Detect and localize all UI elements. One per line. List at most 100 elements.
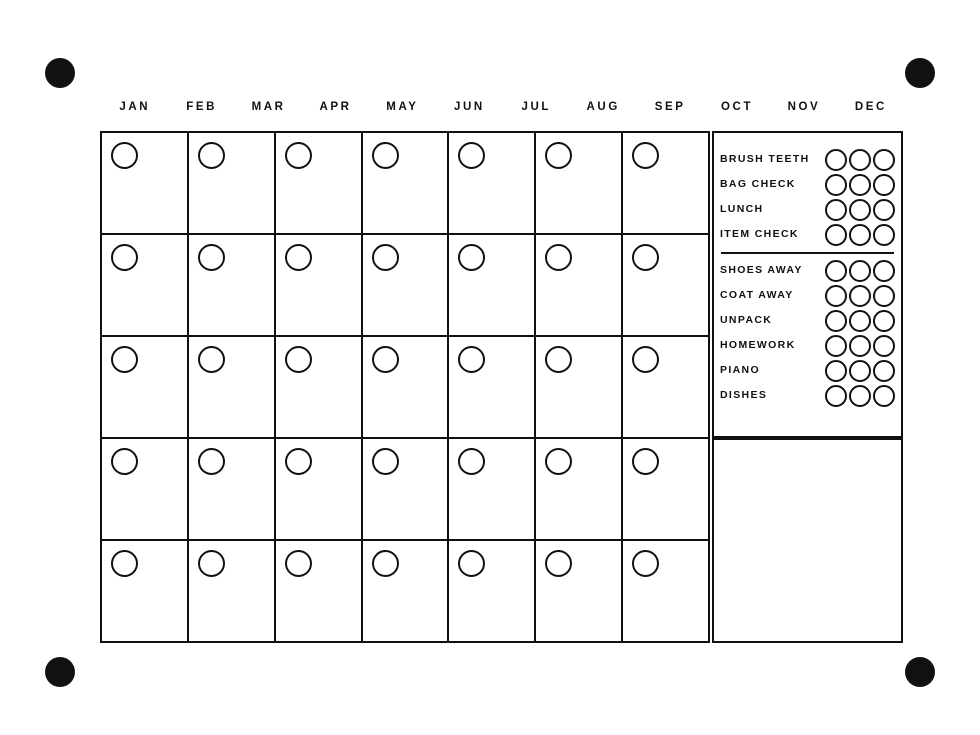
calendar-cell[interactable]: [536, 133, 624, 233]
checkbox-circle-icon[interactable]: [849, 198, 871, 221]
checkbox-circle-icon[interactable]: [545, 142, 573, 169]
checkbox-circle-icon[interactable]: [111, 346, 138, 373]
checkbox-circle-icon[interactable]: [632, 346, 660, 373]
blank-notes-area[interactable]: [712, 438, 903, 643]
checkbox-circle-icon[interactable]: [284, 448, 312, 475]
checkbox-circle-icon[interactable]: [849, 309, 871, 332]
checkbox-circle-icon[interactable]: [371, 346, 399, 373]
calendar-cell[interactable]: [189, 439, 276, 539]
calendar-cell[interactable]: [536, 541, 624, 641]
calendar-cell[interactable]: [276, 235, 363, 335]
checkbox-circle-icon[interactable]: [873, 198, 895, 221]
calendar-cell[interactable]: [449, 541, 537, 641]
checkbox-circle-icon[interactable]: [825, 173, 847, 196]
calendar-cell[interactable]: [102, 337, 189, 437]
checkbox-circle-icon[interactable]: [873, 334, 895, 357]
checkbox-circle-icon[interactable]: [545, 550, 573, 577]
checkbox-circle-icon[interactable]: [545, 448, 573, 475]
checkbox-circle-icon[interactable]: [849, 359, 871, 382]
checkbox-circle-icon[interactable]: [111, 142, 138, 169]
checkbox-circle-icon[interactable]: [111, 448, 138, 475]
checkbox-circle-icon[interactable]: [371, 142, 399, 169]
checkbox-circle-icon[interactable]: [825, 284, 847, 307]
checkbox-circle-icon[interactable]: [849, 284, 871, 307]
checkbox-circle-icon[interactable]: [849, 259, 871, 282]
calendar-cell[interactable]: [623, 439, 708, 539]
checkbox-circle-icon[interactable]: [849, 173, 871, 196]
calendar-cell[interactable]: [623, 541, 708, 641]
calendar-cell[interactable]: [449, 337, 537, 437]
calendar-cell[interactable]: [363, 541, 450, 641]
calendar-cell[interactable]: [536, 439, 624, 539]
checkbox-circle-icon[interactable]: [371, 448, 399, 475]
checkbox-circle-icon[interactable]: [284, 142, 312, 169]
checkbox-circle-icon[interactable]: [458, 448, 486, 475]
calendar-cell[interactable]: [102, 235, 189, 335]
checkbox-circle-icon[interactable]: [849, 148, 871, 171]
calendar-cell[interactable]: [363, 337, 450, 437]
calendar-cell[interactable]: [363, 439, 450, 539]
calendar-cell[interactable]: [449, 439, 537, 539]
checkbox-circle-icon[interactable]: [197, 142, 225, 169]
checkbox-circle-icon[interactable]: [849, 223, 871, 246]
checkbox-circle-icon[interactable]: [873, 223, 895, 246]
checkbox-circle-icon[interactable]: [632, 244, 660, 271]
checkbox-circle-icon[interactable]: [825, 259, 847, 282]
calendar-cell[interactable]: [623, 133, 708, 233]
checkbox-circle-icon[interactable]: [458, 244, 486, 271]
checkbox-circle-icon[interactable]: [545, 346, 573, 373]
checkbox-circle-icon[interactable]: [873, 148, 895, 171]
checkbox-circle-icon[interactable]: [825, 309, 847, 332]
checkbox-circle-icon[interactable]: [825, 334, 847, 357]
checkbox-circle-icon[interactable]: [873, 359, 895, 382]
calendar-cell[interactable]: [276, 337, 363, 437]
checkbox-circle-icon[interactable]: [284, 244, 312, 271]
checkbox-circle-icon[interactable]: [825, 198, 847, 221]
checkbox-circle-icon[interactable]: [632, 448, 660, 475]
checkbox-circle-icon[interactable]: [458, 346, 486, 373]
calendar-cell[interactable]: [363, 235, 450, 335]
calendar-cell[interactable]: [189, 133, 276, 233]
checkbox-circle-icon[interactable]: [545, 244, 573, 271]
calendar-cell[interactable]: [102, 439, 189, 539]
checkbox-circle-icon[interactable]: [825, 148, 847, 171]
calendar-cell[interactable]: [189, 337, 276, 437]
calendar-cell[interactable]: [363, 133, 450, 233]
calendar-cell[interactable]: [102, 541, 189, 641]
calendar-cell[interactable]: [276, 541, 363, 641]
checkbox-circle-icon[interactable]: [849, 384, 871, 407]
checkbox-circle-icon[interactable]: [825, 359, 847, 382]
checkbox-circle-icon[interactable]: [111, 244, 138, 271]
calendar-cell[interactable]: [102, 133, 189, 233]
checkbox-circle-icon[interactable]: [371, 550, 399, 577]
checkbox-circle-icon[interactable]: [873, 284, 895, 307]
calendar-cell[interactable]: [536, 337, 624, 437]
calendar-cell[interactable]: [189, 541, 276, 641]
checkbox-circle-icon[interactable]: [849, 334, 871, 357]
checkbox-circle-icon[interactable]: [632, 142, 660, 169]
checkbox-circle-icon[interactable]: [873, 259, 895, 282]
calendar-cell[interactable]: [276, 133, 363, 233]
checkbox-circle-icon[interactable]: [371, 244, 399, 271]
checkbox-circle-icon[interactable]: [458, 142, 486, 169]
calendar-cell[interactable]: [276, 439, 363, 539]
checkbox-circle-icon[interactable]: [873, 309, 895, 332]
calendar-cell[interactable]: [449, 235, 537, 335]
calendar-cell[interactable]: [623, 337, 708, 437]
checkbox-circle-icon[interactable]: [197, 448, 225, 475]
calendar-cell[interactable]: [449, 133, 537, 233]
checkbox-circle-icon[interactable]: [197, 346, 225, 373]
checkbox-circle-icon[interactable]: [825, 223, 847, 246]
checkbox-circle-icon[interactable]: [197, 550, 225, 577]
checkbox-circle-icon[interactable]: [632, 550, 660, 577]
checkbox-circle-icon[interactable]: [197, 244, 225, 271]
checkbox-circle-icon[interactable]: [458, 550, 486, 577]
checkbox-circle-icon[interactable]: [284, 346, 312, 373]
calendar-cell[interactable]: [623, 235, 708, 335]
checkbox-circle-icon[interactable]: [825, 384, 847, 407]
checkbox-circle-icon[interactable]: [111, 550, 138, 577]
checkbox-circle-icon[interactable]: [284, 550, 312, 577]
calendar-cell[interactable]: [536, 235, 624, 335]
checkbox-circle-icon[interactable]: [873, 173, 895, 196]
calendar-cell[interactable]: [189, 235, 276, 335]
